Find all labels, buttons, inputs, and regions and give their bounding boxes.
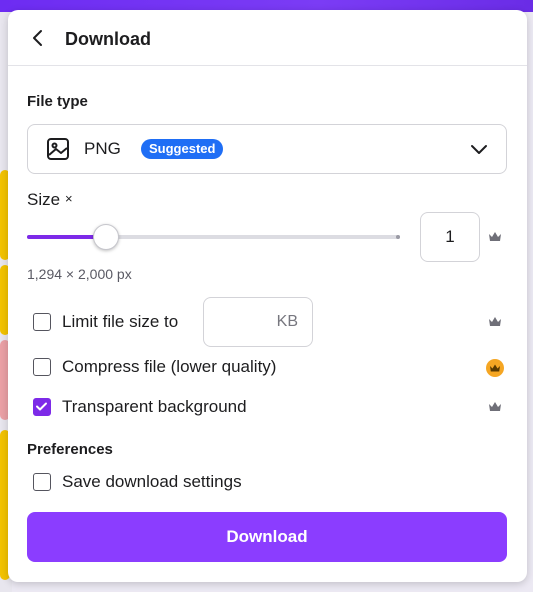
- crown-icon: [490, 364, 500, 372]
- save-settings-label: Save download settings: [62, 472, 242, 491]
- size-slider-track[interactable]: [27, 235, 400, 239]
- image-icon: [47, 138, 69, 160]
- save-settings-checkbox[interactable]: [33, 473, 51, 491]
- size-slider-end-dot: [396, 235, 400, 239]
- size-slider-thumb[interactable]: [93, 224, 119, 250]
- back-button[interactable]: [26, 26, 50, 50]
- kb-unit-label: KB: [276, 313, 298, 330]
- download-button[interactable]: Download: [27, 512, 507, 562]
- premium-crown-badge: [486, 359, 504, 377]
- limit-file-size-checkbox[interactable]: [33, 313, 51, 331]
- transparent-background-label: Transparent background: [62, 397, 247, 416]
- limit-file-size-label: Limit file size to: [62, 312, 179, 331]
- download-panel: Download File type PNG Suggested Size × …: [8, 10, 527, 582]
- compress-file-checkbox[interactable]: [33, 358, 51, 376]
- transparent-background-checkbox[interactable]: [33, 398, 51, 416]
- crown-icon: [489, 402, 501, 411]
- file-type-value: PNG: [84, 139, 121, 158]
- chevron-left-icon: [33, 30, 42, 46]
- panel-header: Download: [8, 10, 527, 66]
- size-multiplier-input[interactable]: 1: [420, 212, 480, 262]
- chevron-down-icon: [471, 145, 487, 154]
- compress-file-label: Compress file (lower quality): [62, 357, 277, 376]
- suggested-badge: Suggested: [141, 139, 224, 159]
- preferences-heading: Preferences: [27, 441, 113, 458]
- size-label: Size: [27, 190, 61, 209]
- crown-icon: [489, 232, 501, 241]
- crown-icon: [489, 317, 501, 326]
- page-title: Download: [65, 29, 151, 49]
- checkmark-icon: [36, 402, 47, 411]
- file-size-input[interactable]: KB: [203, 297, 313, 347]
- dimensions-text: 1,294 × 2,000 px: [27, 266, 132, 282]
- file-type-label: File type: [27, 93, 88, 110]
- file-type-select[interactable]: PNG Suggested: [27, 124, 507, 174]
- size-multiplier-symbol: ×: [65, 191, 73, 206]
